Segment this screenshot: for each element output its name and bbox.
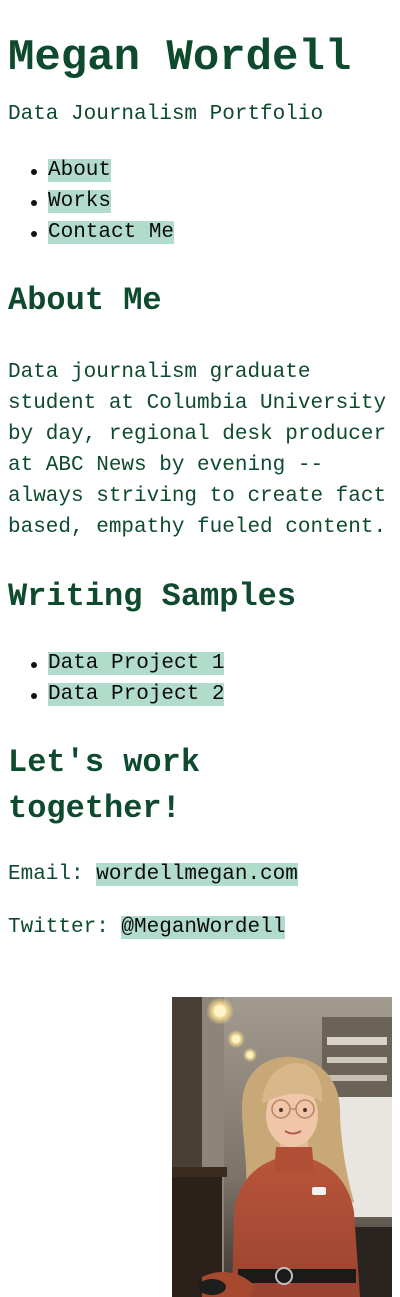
portrait-photo xyxy=(172,997,392,1297)
nav-item-contact: Contact Me xyxy=(8,217,392,248)
list-item: Data Project 2 xyxy=(8,679,392,710)
twitter-line: Twitter: @MeganWordell xyxy=(8,914,392,942)
twitter-label: Twitter: xyxy=(8,916,122,939)
nav-link-contact[interactable]: Contact Me xyxy=(48,221,175,244)
writing-samples-list: Data Project 1 Data Project 2 xyxy=(8,648,392,710)
list-item: Data Project 1 xyxy=(8,648,392,679)
data-project-1-link[interactable]: Data Project 1 xyxy=(48,652,225,675)
nav-item-about: About xyxy=(8,155,392,186)
nav-link-works[interactable]: Works xyxy=(48,190,112,213)
page-content: Megan Wordell Data Journalism Portfolio … xyxy=(0,0,400,942)
twitter-link[interactable]: @MeganWordell xyxy=(121,916,286,939)
about-text: Data journalism graduate student at Colu… xyxy=(8,361,387,539)
contact-heading: Let's work together! xyxy=(8,744,201,827)
writing-heading: Writing Samples xyxy=(8,578,297,615)
email-link[interactable]: wordellmegan.com xyxy=(96,863,298,886)
nav-item-works: Works xyxy=(8,186,392,217)
email-line: Email: wordellmegan.com xyxy=(8,861,392,889)
about-heading: About Me xyxy=(8,282,162,319)
data-project-2-link[interactable]: Data Project 2 xyxy=(48,683,225,706)
nav-list: About Works Contact Me xyxy=(8,155,392,248)
site-title: Megan Wordell xyxy=(8,33,352,83)
site-subtitle: Data Journalism Portfolio xyxy=(8,103,324,126)
nav-link-about[interactable]: About xyxy=(48,159,112,182)
email-label: Email: xyxy=(8,863,97,886)
